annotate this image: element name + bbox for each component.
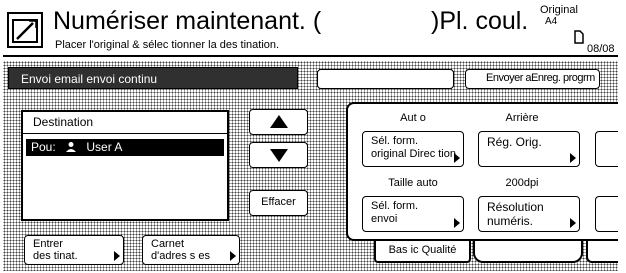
- destination-prefix: Pou:: [31, 140, 56, 154]
- destination-header: Destination: [33, 115, 94, 129]
- clear-button[interactable]: Effacer: [249, 190, 308, 216]
- destination-name: User A: [86, 140, 123, 154]
- send-format-line1: Sél. form.: [371, 200, 419, 212]
- orig-format-line2: original Direc tion: [371, 148, 456, 160]
- original-size: A4: [545, 16, 558, 27]
- scroll-down-button[interactable]: [249, 142, 308, 168]
- clear-label: Effacer: [261, 196, 296, 208]
- enter-dest-line1: Entrer: [33, 238, 63, 250]
- original-adjust-button[interactable]: Rég. Orig.: [478, 131, 580, 167]
- original-label: Original: [540, 4, 578, 16]
- corner-arrow-icon: [570, 218, 576, 228]
- page-counter: 08/08: [587, 43, 615, 55]
- send-format-button[interactable]: Sél. form. envoi: [362, 196, 464, 232]
- status-blank-button[interactable]: [317, 69, 454, 89]
- tab-basic-quality-label: Bas ic Qualité: [388, 244, 457, 256]
- address-book-line1: Carnet: [151, 238, 185, 250]
- original-format-direction-button[interactable]: Sél. form. original Direc tion: [362, 131, 464, 167]
- corner-arrow-icon: [570, 153, 576, 163]
- tab-2[interactable]: [473, 241, 583, 263]
- mode-status-bar: Envoi email envoi continu: [8, 67, 298, 89]
- corner-arrow-icon: [454, 153, 460, 163]
- corner-arrow-icon: [230, 251, 236, 261]
- page-subtitle: Placer l'original & sélec tionner la des…: [55, 39, 280, 51]
- more-button-bottom[interactable]: [595, 196, 618, 232]
- original-direction-value: Aut o: [400, 112, 426, 124]
- scan-icon: [7, 12, 43, 48]
- orig-format-line1: Sél. form.: [371, 135, 419, 147]
- user-icon: [65, 141, 77, 158]
- send-format-line2: envoi: [371, 213, 398, 225]
- resolution-line2: numéris.: [487, 214, 534, 228]
- down-arrow-icon: [269, 149, 288, 162]
- enter-destination-button[interactable]: Entrer des tinat.: [24, 235, 124, 265]
- divider: [23, 133, 227, 134]
- tab-basic-quality[interactable]: Bas ic Qualité: [374, 241, 471, 263]
- address-book-button[interactable]: Carnet d'adres s es: [142, 235, 240, 265]
- address-book-line2: d'adres s es: [151, 250, 210, 262]
- paper-orientation-icon: [574, 29, 584, 47]
- page-title: Numériser maintenant. (: [53, 7, 322, 35]
- scroll-up-button[interactable]: [249, 109, 308, 135]
- up-arrow-icon: [269, 115, 288, 128]
- corner-arrow-icon: [454, 218, 460, 228]
- enter-dest-line2: des tinat.: [33, 250, 78, 262]
- destination-row[interactable]: Pou: User A: [26, 139, 224, 156]
- back-orig-value: Arrière: [505, 112, 539, 124]
- scan-screen: Numériser maintenant. ( Placer l'origina…: [3, 3, 618, 271]
- save-program-button[interactable]: Envoyer aEnreg. progrm: [465, 69, 600, 89]
- corner-arrow-icon: [114, 251, 120, 261]
- resolution-value: 200dpi: [505, 177, 539, 189]
- tab-3[interactable]: [586, 241, 618, 263]
- send-size-value: Taille auto: [388, 177, 438, 189]
- resolution-line1: Résolution: [487, 200, 544, 214]
- scan-resolution-button[interactable]: Résolution numéris.: [478, 196, 580, 232]
- color-mode-title: )Pl. coul.: [431, 7, 529, 35]
- more-button-top[interactable]: [595, 131, 618, 167]
- status-row: Envoi email envoi continu Envoyer aEnreg…: [3, 61, 618, 95]
- orig-adjust-label: Rég. Orig.: [487, 135, 542, 149]
- header: Numériser maintenant. ( Placer l'origina…: [3, 3, 618, 57]
- destination-list: Destination Pou: User A: [21, 110, 229, 221]
